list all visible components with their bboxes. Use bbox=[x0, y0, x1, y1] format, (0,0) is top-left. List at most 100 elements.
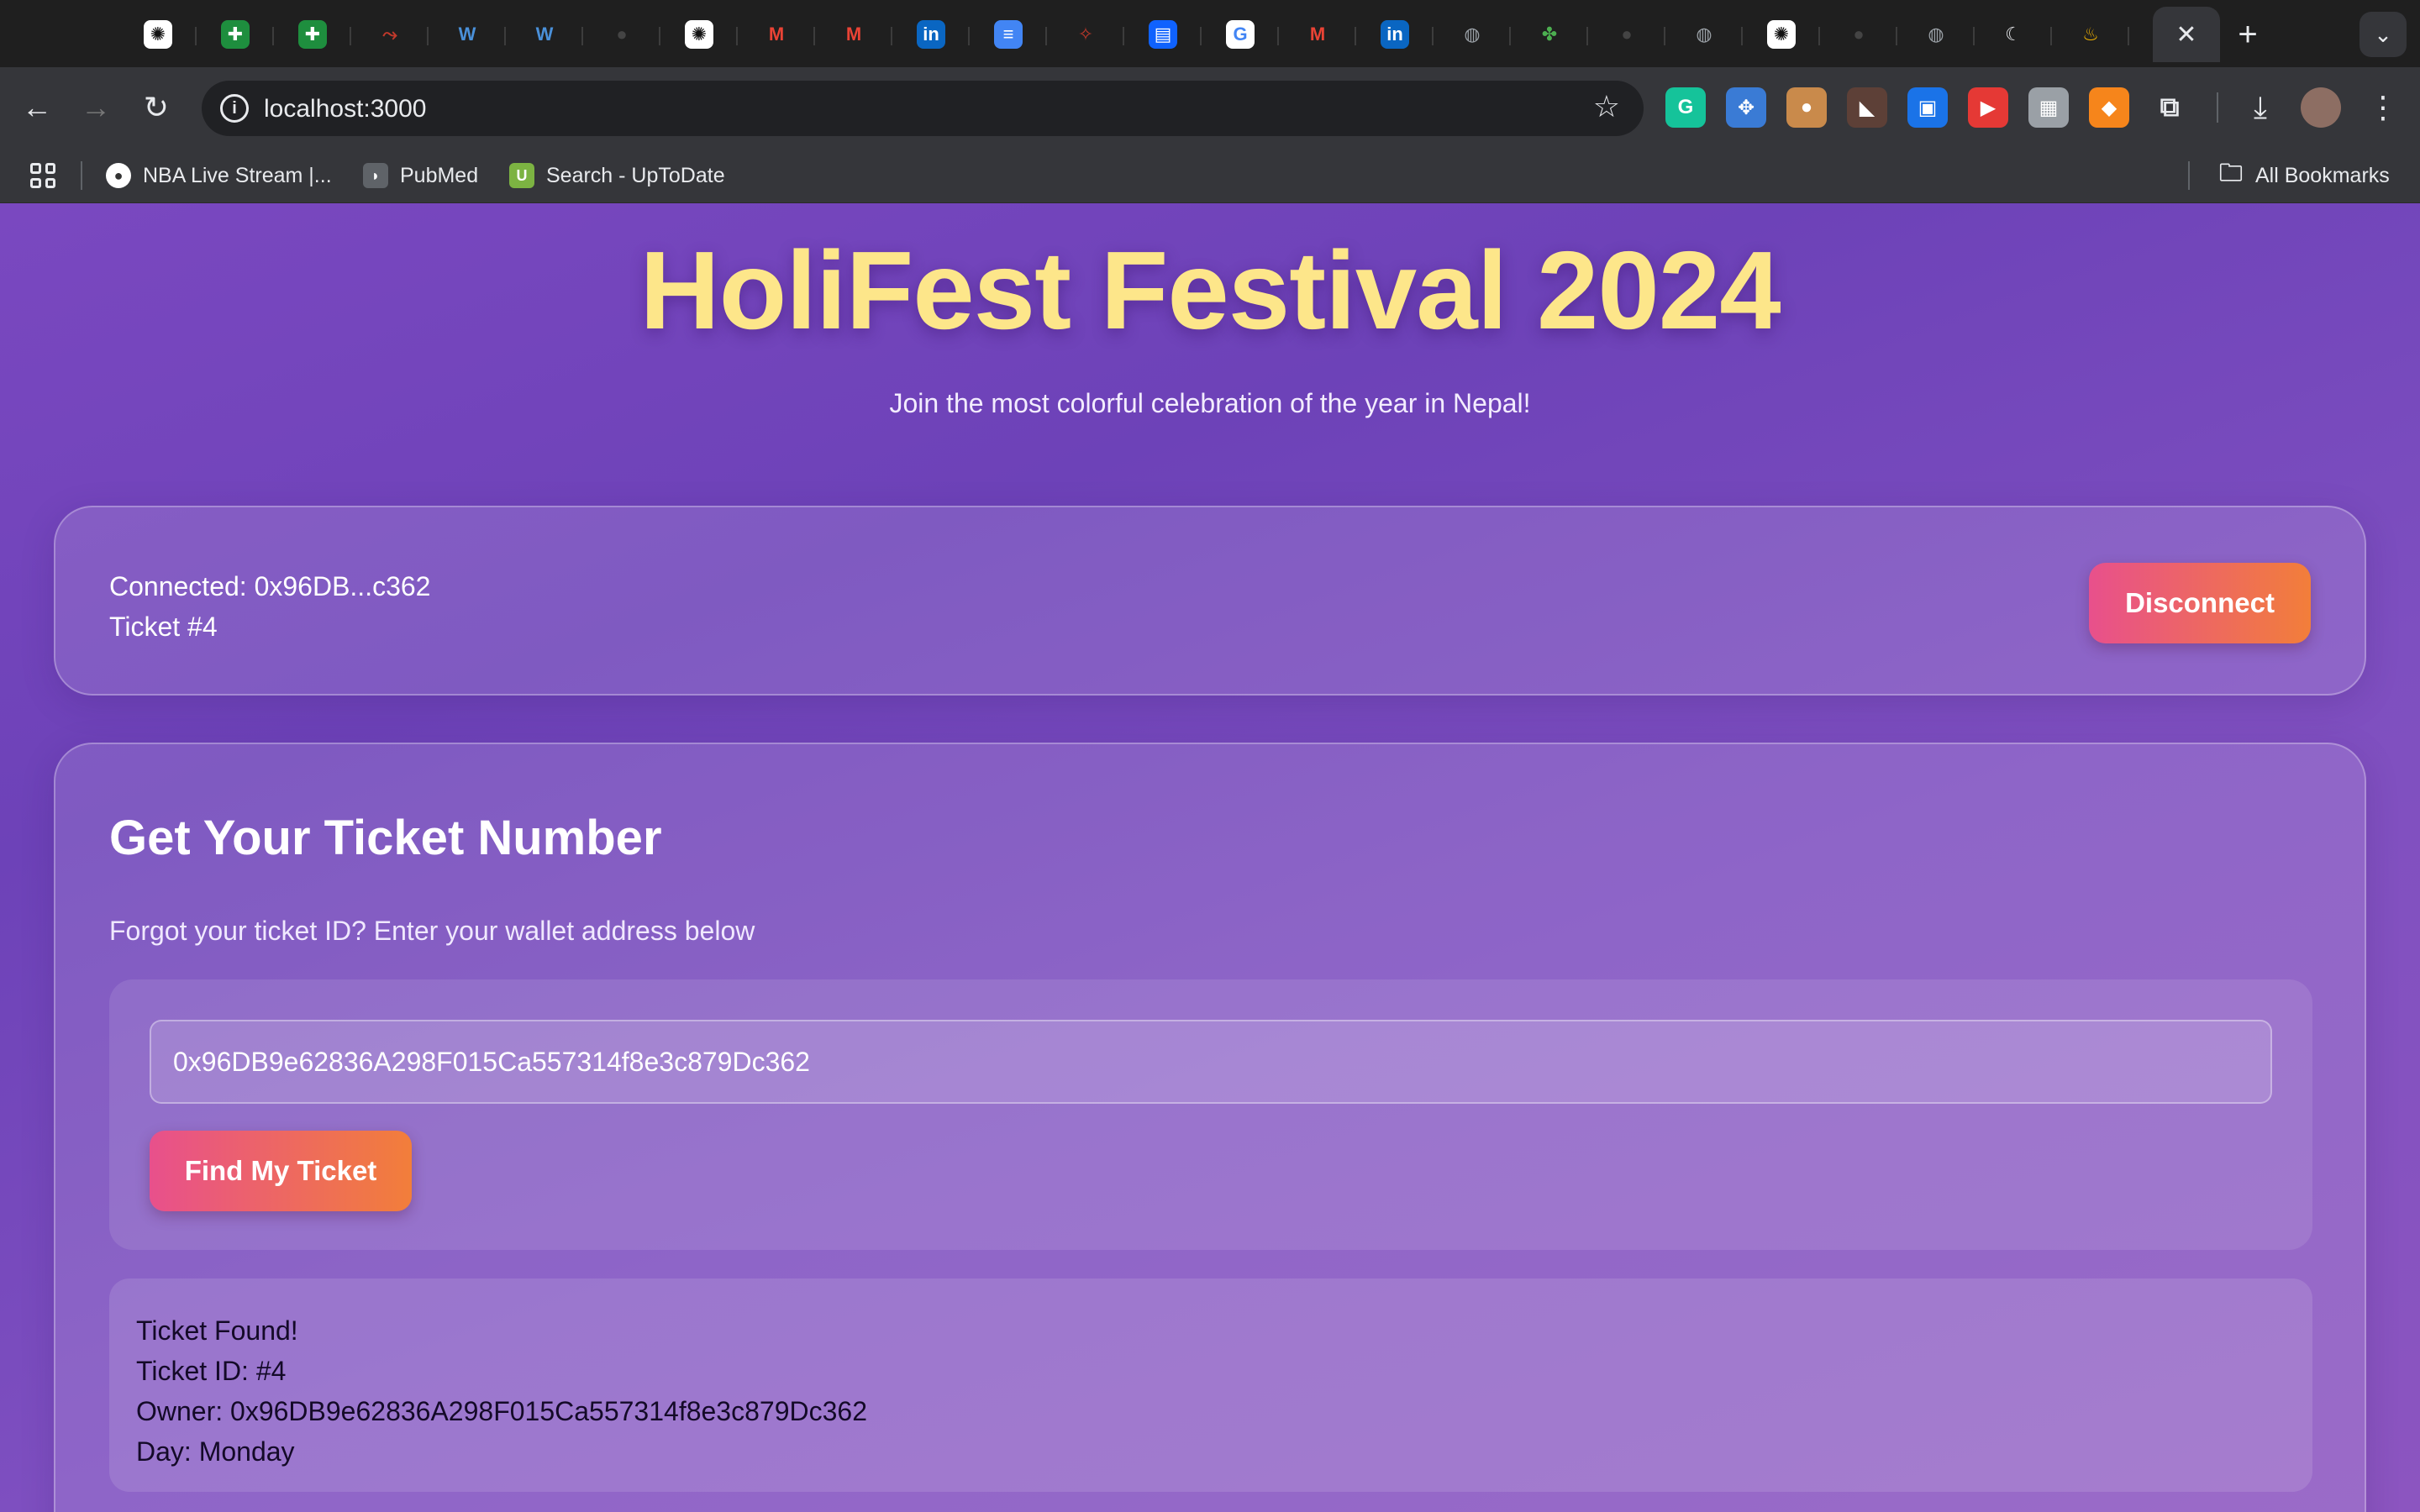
connection-info: Connected: 0x96DB...c362 Ticket #4 bbox=[109, 566, 430, 647]
github-icon: ● bbox=[616, 24, 628, 45]
browser-tab[interactable]: ≡ bbox=[970, 7, 1047, 62]
profile-avatar[interactable] bbox=[2301, 87, 2341, 128]
back-button[interactable]: ← bbox=[15, 86, 59, 129]
qr-icon[interactable]: ▦ bbox=[2028, 87, 2069, 128]
browser-toolbar: ← → ↻ i localhost:3000 ☆ G ✥ ● ◣ ▣ ▶ ▦ ◆ ⧉ ⤓ ⋮ bbox=[0, 67, 2420, 148]
page-content: HoliFest Festival 2024 Join the most col… bbox=[0, 203, 2420, 1512]
all-bookmarks-button[interactable]: 🗀 All Bookmarks bbox=[2218, 160, 2390, 192]
site-info-icon[interactable]: i bbox=[220, 94, 249, 123]
w-icon: W bbox=[458, 24, 476, 45]
browser-tab[interactable]: M bbox=[815, 7, 892, 62]
reload-button[interactable]: ↻ bbox=[134, 86, 178, 129]
uptodate-icon: U bbox=[509, 163, 534, 188]
forward-button[interactable]: → bbox=[74, 86, 118, 129]
browser-tab[interactable]: ✺ bbox=[1743, 7, 1820, 62]
ticket-lookup-title: Get Your Ticket Number bbox=[109, 811, 662, 865]
metamask-icon[interactable]: ◆ bbox=[2089, 87, 2129, 128]
gmail-icon: M bbox=[845, 24, 862, 45]
tab-search-button[interactable]: ⌄ bbox=[2360, 12, 2407, 57]
gmail-icon: M bbox=[1309, 24, 1326, 45]
browser-tab[interactable]: ✺ bbox=[660, 7, 738, 62]
extensions-puzzle-icon[interactable]: ⧉ bbox=[2149, 87, 2190, 128]
url-text[interactable]: localhost:3000 bbox=[264, 95, 426, 123]
close-tab-icon[interactable]: ✕ bbox=[2175, 20, 2196, 50]
globe-icon: ◍ bbox=[1928, 24, 1944, 45]
browser-tab[interactable]: G bbox=[1202, 7, 1279, 62]
bookmark-pubmed[interactable]: ◗ PubMed bbox=[363, 160, 478, 192]
globe-icon: ◍ bbox=[1696, 24, 1712, 45]
gmail-icon: M bbox=[768, 24, 785, 45]
ticket-lookup-subtitle: Forgot your ticket ID? Enter your wallet… bbox=[109, 916, 755, 946]
youtube-icon[interactable]: ▶ bbox=[1968, 87, 2008, 128]
disconnect-button[interactable]: Disconnect bbox=[2089, 563, 2311, 643]
browser-tab[interactable]: W bbox=[506, 7, 583, 62]
browser-tab[interactable]: ● bbox=[583, 7, 660, 62]
find-ticket-button[interactable]: Find My Ticket bbox=[150, 1131, 412, 1211]
clover-icon: ✤ bbox=[1541, 24, 1558, 45]
browser-tab[interactable]: ◍ bbox=[1434, 7, 1511, 62]
github-icon: ● bbox=[1621, 24, 1633, 45]
browser-tab[interactable]: ▤ bbox=[1124, 7, 1202, 62]
browser-tab[interactable]: ● bbox=[1820, 7, 1897, 62]
browser-tab[interactable]: ♨ bbox=[2052, 7, 2129, 62]
puzzle-blue-icon[interactable]: ✥ bbox=[1726, 87, 1766, 128]
browser-tab[interactable]: in bbox=[892, 7, 970, 62]
wallet-address-input[interactable] bbox=[150, 1020, 2272, 1104]
result-lines: Ticket Found! Ticket ID: #4 Owner: 0x96D… bbox=[136, 1310, 867, 1472]
ticket-number: Ticket #4 bbox=[109, 612, 218, 642]
browser-menu-icon[interactable]: ⋮ bbox=[2361, 86, 2405, 129]
bookmark-label: PubMed bbox=[400, 163, 479, 187]
browser-tab[interactable]: ⤳ bbox=[351, 7, 429, 62]
pubmed-icon: ◗ bbox=[363, 163, 388, 188]
globe-icon: ◍ bbox=[1464, 24, 1481, 45]
shoe-icon[interactable]: ◣ bbox=[1847, 87, 1887, 128]
browser-tab[interactable]: ● bbox=[1588, 7, 1665, 62]
browser-tab[interactable]: M bbox=[738, 7, 815, 62]
moon-icon: ☾ bbox=[2005, 24, 2022, 45]
result-heading: Ticket Found! bbox=[136, 1315, 298, 1346]
connection-card: Connected: 0x96DB...c362 Ticket #4 Disco… bbox=[54, 506, 2366, 696]
browser-tab[interactable]: ◍ bbox=[1897, 7, 1975, 62]
grammarly-icon[interactable]: G bbox=[1665, 87, 1706, 128]
nba-icon: ● bbox=[106, 163, 131, 188]
browser-tab[interactable]: in bbox=[1356, 7, 1434, 62]
cookie-icon[interactable]: ● bbox=[1786, 87, 1827, 128]
arrow-icon: ⤳ bbox=[382, 24, 397, 45]
browser-tab[interactable]: ✚ bbox=[197, 7, 274, 62]
bookmark-label: Search - UpToDate bbox=[546, 163, 725, 187]
bookmark-star-icon[interactable]: ☆ bbox=[1593, 89, 1620, 124]
new-tab-button[interactable]: + bbox=[2227, 13, 2269, 55]
browser-tab[interactable]: ☾ bbox=[1975, 7, 2052, 62]
browser-tab[interactable]: ✧ bbox=[1047, 7, 1124, 62]
bookmark-nba[interactable]: ● NBA Live Stream |... bbox=[106, 160, 332, 192]
browser-tab[interactable]: ◍ bbox=[1665, 7, 1743, 62]
ticket-lookup-card: Get Your Ticket Number Forgot your ticke… bbox=[54, 743, 2366, 1512]
chatgpt-icon: ✺ bbox=[685, 20, 713, 49]
folder-icon: 🗀 bbox=[2218, 160, 2243, 186]
connected-address: Connected: 0x96DB...c362 bbox=[109, 571, 431, 601]
browser-tab[interactable]: ✤ bbox=[1511, 7, 1588, 62]
all-bookmarks-label: All Bookmarks bbox=[2255, 163, 2390, 187]
result-day: Day: Monday bbox=[136, 1436, 295, 1467]
chatgpt-icon: ✺ bbox=[144, 20, 172, 49]
result-owner: Owner: 0x96DB9e62836A298F015Ca557314f8e3… bbox=[136, 1396, 867, 1426]
browser-tab[interactable]: ✺ bbox=[119, 7, 197, 62]
browser-tab[interactable]: ✚ bbox=[274, 7, 351, 62]
bookmark-uptodate[interactable]: U Search - UpToDate bbox=[509, 160, 725, 192]
download-icon[interactable]: ⤓ bbox=[2238, 86, 2282, 129]
screenshot-icon[interactable]: ▣ bbox=[1907, 87, 1948, 128]
address-bar[interactable]: i localhost:3000 ☆ bbox=[202, 81, 1644, 136]
browser-tab[interactable]: W bbox=[429, 7, 506, 62]
page-subtitle: Join the most colorful celebration of th… bbox=[889, 388, 1531, 418]
chatgpt-icon: ✺ bbox=[1767, 20, 1796, 49]
flame-icon: ♨ bbox=[2082, 24, 2099, 45]
ticket-result: Ticket Found! Ticket ID: #4 Owner: 0x96D… bbox=[109, 1278, 2312, 1492]
active-tab[interactable]: ✕ bbox=[2153, 7, 2220, 62]
apps-grid-icon[interactable] bbox=[30, 163, 55, 188]
github-icon: ● bbox=[1853, 24, 1865, 45]
tab-strip: ✺ ✚ ✚ ⤳ W W ● ✺ M Min ≡ ✧ ▤ G Min ◍ ✤ ● ◍ ✺ ● ◍ ☾ ♨ ✕ + ⌄ bbox=[0, 0, 2420, 67]
sheets-icon: ✚ bbox=[221, 20, 250, 49]
browser-tab[interactable]: M bbox=[1279, 7, 1356, 62]
toolbar-divider bbox=[2217, 92, 2218, 123]
linkedin-icon: in bbox=[1381, 20, 1409, 49]
